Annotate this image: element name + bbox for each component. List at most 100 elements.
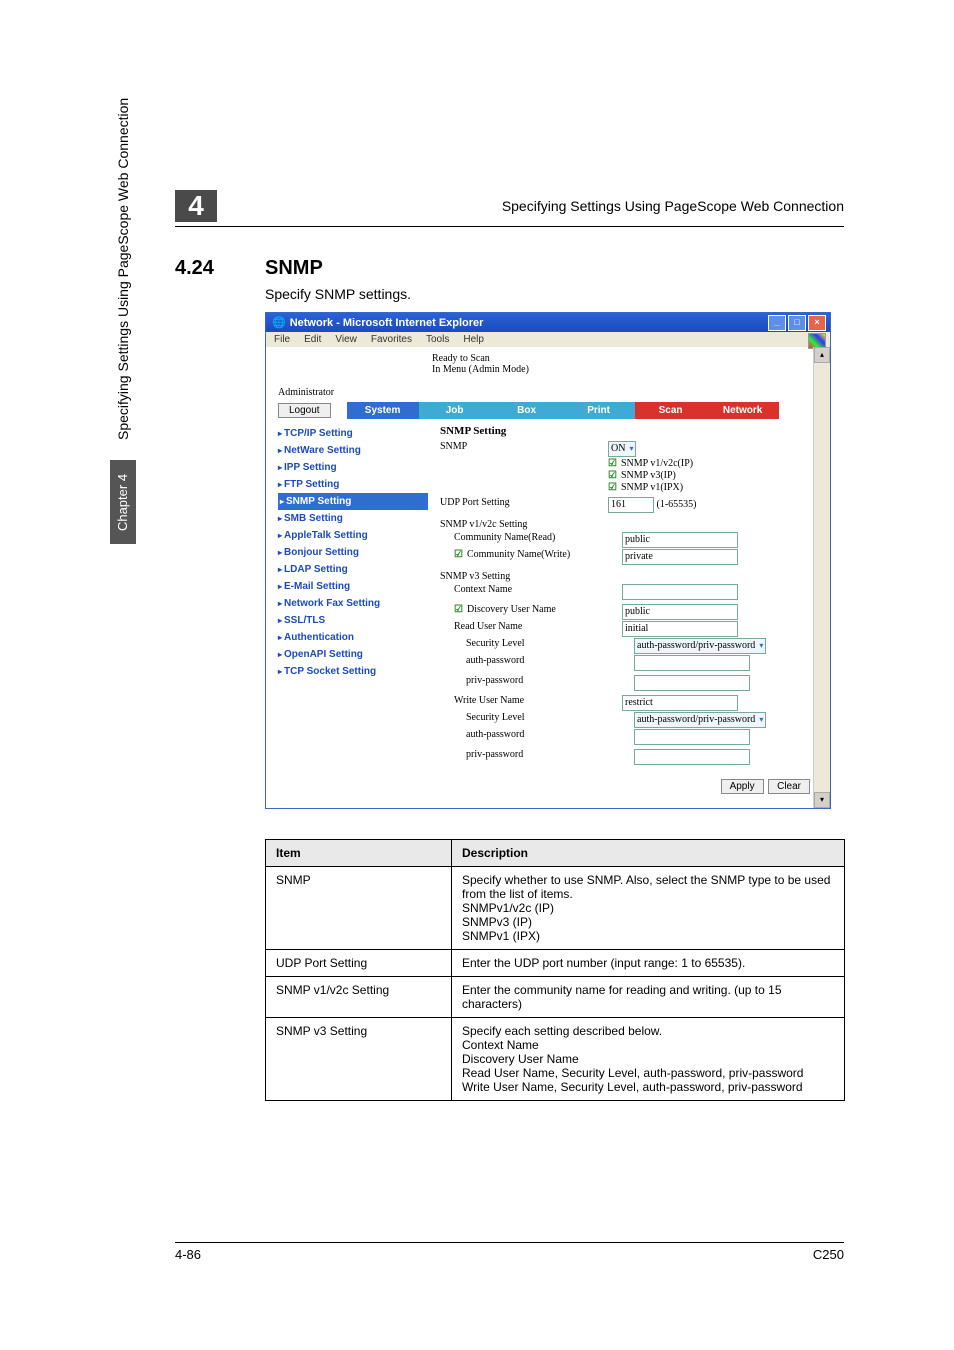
menu-edit[interactable]: Edit	[304, 334, 321, 345]
read-auth-pass-input[interactable]	[634, 655, 750, 671]
sidebar-item-ftp[interactable]: FTP Setting	[278, 476, 428, 493]
sidebar-item-snmp[interactable]: SNMP Setting	[278, 493, 428, 510]
page-header: 4 Specifying Settings Using PageScope We…	[175, 190, 844, 227]
page-number: 4-86	[175, 1247, 201, 1262]
tab-box[interactable]: Box	[491, 402, 563, 419]
sidebar-item-auth[interactable]: Authentication	[278, 629, 428, 646]
read-priv-pass-input[interactable]	[634, 675, 750, 691]
menu-help[interactable]: Help	[463, 334, 484, 345]
apply-button[interactable]: Apply	[721, 779, 764, 794]
cell-item: SNMP v3 Setting	[266, 1018, 452, 1101]
scroll-up-icon[interactable]: ▴	[814, 347, 830, 363]
comm-write-input[interactable]: private	[622, 549, 738, 565]
checkbox-icon[interactable]: ☑	[608, 482, 617, 493]
snmp-select[interactable]: ON	[608, 441, 636, 457]
model-number: C250	[813, 1247, 844, 1262]
main-panel: SNMP Setting SNMP ON ☑ SNMP v1/v2c(IP) ☑ S…	[440, 425, 824, 802]
tab-scan[interactable]: Scan	[635, 402, 707, 419]
scroll-down-icon[interactable]: ▾	[814, 792, 830, 808]
chapter-number: 4	[175, 190, 217, 222]
sidebar-item-openapi[interactable]: OpenAPI Setting	[278, 646, 428, 663]
write-user-input[interactable]: restrict	[622, 695, 738, 711]
snmp-label: SNMP	[440, 441, 608, 457]
header-title: Specifying Settings Using PageScope Web …	[237, 198, 844, 214]
read-user-input[interactable]: initial	[622, 621, 738, 637]
write-sec-level-label: Security Level	[440, 712, 634, 728]
status-text: Ready to Scan	[432, 353, 824, 364]
write-user-label: Write User Name	[440, 695, 622, 711]
close-button[interactable]: ×	[808, 315, 826, 331]
sidebar-item-tcpsocket[interactable]: TCP Socket Setting	[278, 663, 428, 680]
v3-section-title: SNMP v3 Setting	[440, 571, 824, 582]
snmp-v3-ip-label: SNMP v3(IP)	[621, 470, 676, 481]
tab-job[interactable]: Job	[419, 402, 491, 419]
comm-read-input[interactable]: public	[622, 532, 738, 548]
menu-file[interactable]: File	[274, 334, 290, 345]
brand-block: Ready to Scan In Menu (Admin Mode)	[432, 353, 824, 375]
table-row: SNMP v1/v2c Setting Enter the community …	[266, 977, 845, 1018]
sidebar-item-netfax[interactable]: Network Fax Setting	[278, 595, 428, 612]
maximize-button[interactable]: □	[788, 315, 806, 331]
table-row: SNMP v3 Setting Specify each setting des…	[266, 1018, 845, 1101]
cell-desc: Enter the community name for reading and…	[452, 977, 845, 1018]
side-chapter-tab: Chapter 4	[110, 460, 136, 544]
minimize-button[interactable]: _	[768, 315, 786, 331]
tab-network[interactable]: Network	[707, 402, 779, 419]
clear-button[interactable]: Clear	[768, 779, 810, 794]
browser-window: 🌐 Network - Microsoft Internet Explorer …	[265, 312, 831, 809]
sidebar-item-bonjour[interactable]: Bonjour Setting	[278, 544, 428, 561]
read-user-label: Read User Name	[440, 621, 622, 637]
write-sec-level-select[interactable]: auth-password/priv-password	[634, 712, 766, 728]
sidebar-item-ipp[interactable]: IPP Setting	[278, 459, 428, 476]
description-table: Item Description SNMP Specify whether to…	[265, 839, 845, 1101]
table-row: UDP Port Setting Enter the UDP port numb…	[266, 950, 845, 977]
comm-write-label: Community Name(Write)	[467, 549, 570, 560]
menu-favorites[interactable]: Favorites	[371, 334, 412, 345]
read-sec-level-label: Security Level	[440, 638, 634, 654]
sidebar-item-ldap[interactable]: LDAP Setting	[278, 561, 428, 578]
sidebar-item-smb[interactable]: SMB Setting	[278, 510, 428, 527]
menu-tools[interactable]: Tools	[426, 334, 449, 345]
tab-print[interactable]: Print	[563, 402, 635, 419]
udp-port-label: UDP Port Setting	[440, 497, 608, 513]
side-vertical-text: Specifying Settings Using PageScope Web …	[115, 98, 131, 440]
sidebar-item-email[interactable]: E-Mail Setting	[278, 578, 428, 595]
udp-port-input[interactable]: 161	[608, 497, 654, 513]
vertical-scrollbar[interactable]: ▴ ▾	[813, 347, 830, 808]
sidebar-item-ssl[interactable]: SSL/TLS	[278, 612, 428, 629]
write-auth-pass-input[interactable]	[634, 729, 750, 745]
admin-label: Administrator	[278, 387, 824, 398]
comm-read-label: Community Name(Read)	[440, 532, 622, 548]
section-intro: Specify SNMP settings.	[265, 286, 844, 302]
checkbox-icon[interactable]: ☑	[454, 549, 463, 560]
window-title: Network - Microsoft Internet Explorer	[290, 317, 484, 329]
sidebar-item-netware[interactable]: NetWare Setting	[278, 442, 428, 459]
browser-titlebar: 🌐 Network - Microsoft Internet Explorer …	[266, 313, 830, 332]
read-priv-pass-label: priv-password	[440, 675, 634, 694]
sidebar-item-appletalk[interactable]: AppleTalk Setting	[278, 527, 428, 544]
checkbox-icon[interactable]: ☑	[454, 604, 463, 615]
cell-item: SNMP v1/v2c Setting	[266, 977, 452, 1018]
sidebar-item-tcpip[interactable]: TCP/IP Setting	[278, 425, 428, 442]
section-title: SNMP	[265, 257, 323, 280]
context-name-label: Context Name	[440, 584, 622, 603]
discovery-user-input[interactable]: public	[622, 604, 738, 620]
menu-view[interactable]: View	[335, 334, 357, 345]
table-row: SNMP Specify whether to use SNMP. Also, …	[266, 867, 845, 950]
section-number: 4.24	[175, 257, 265, 280]
checkbox-icon[interactable]: ☑	[608, 458, 617, 469]
panel-title: SNMP Setting	[440, 425, 824, 437]
context-name-input[interactable]	[622, 584, 738, 600]
logout-button[interactable]: Logout	[278, 403, 331, 418]
v12c-section-title: SNMP v1/v2c Setting	[440, 519, 824, 530]
page-footer: 4-86 C250	[175, 1242, 844, 1262]
snmp-v1-ipx-label: SNMP v1(IPX)	[621, 482, 683, 493]
read-sec-level-select[interactable]: auth-password/priv-password	[634, 638, 766, 654]
write-priv-pass-label: priv-password	[440, 749, 634, 768]
write-priv-pass-input[interactable]	[634, 749, 750, 765]
read-auth-pass-label: auth-password	[440, 655, 634, 674]
snmp-v12c-ip-label: SNMP v1/v2c(IP)	[621, 458, 693, 469]
checkbox-icon[interactable]: ☑	[608, 470, 617, 481]
tab-system[interactable]: System	[347, 402, 419, 419]
udp-port-range: (1-65535)	[657, 499, 697, 510]
